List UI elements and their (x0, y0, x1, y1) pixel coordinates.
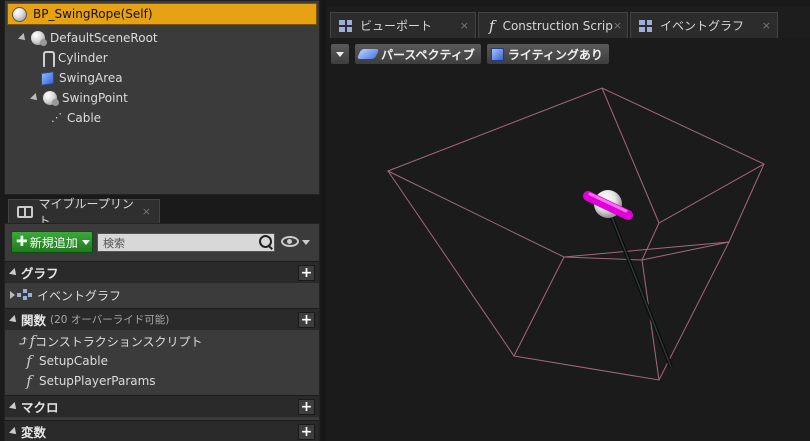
viewport-canvas[interactable]: パースペクティブ ライティングあり (326, 38, 810, 441)
scene-root-icon (31, 31, 47, 46)
search-input[interactable]: 検索 (97, 233, 275, 252)
editor-tab-bar: ビューポート × f Construction Scrip × イベントグラフ … (326, 7, 810, 38)
override-count-label: (20 オーバーライド可能) (50, 314, 170, 326)
close-icon[interactable]: × (142, 205, 151, 218)
collapse-arrow-icon[interactable] (9, 426, 19, 437)
tab-my-blueprint[interactable]: マイブループリント × (8, 197, 160, 228)
viewport-toolbar: パースペクティブ ライティングあり (330, 43, 610, 65)
eye-icon[interactable] (281, 236, 299, 247)
chevron-down-icon[interactable] (302, 240, 310, 245)
plus-icon: ✚ (16, 234, 28, 250)
function-icon: f (489, 16, 495, 35)
expand-arrow-icon[interactable] (30, 93, 40, 103)
tree-item-label: SwingPoint (62, 91, 128, 105)
tree-item-cable[interactable]: ⋰ Cable (51, 108, 101, 128)
tree-item-label: Cylinder (58, 51, 108, 65)
scene-render (386, 87, 765, 381)
components-panel: BP_SwingRope(Self) DefaultSceneRoot Cyli… (4, 0, 320, 195)
add-function-button[interactable]: + (298, 312, 315, 328)
event-graph-icon (17, 289, 33, 301)
editor-area: ビューポート × f Construction Scrip × イベントグラフ … (326, 0, 810, 441)
list-item-event-graph[interactable]: イベントグラフ (5, 285, 319, 305)
scene-component-icon (43, 91, 59, 106)
my-blueprint-panel: ✚ 新規追加 検索 グラフ + イベントグラフ 関数 (20 オーバーライド可能… (4, 223, 320, 441)
tab-construction-script[interactable]: f Construction Scrip × (478, 12, 628, 38)
close-icon[interactable]: × (613, 19, 622, 32)
section-title: グラフ (21, 266, 59, 281)
event-graph-icon (639, 19, 652, 32)
cable-icon: ⋰ (51, 111, 62, 124)
section-title: マクロ (21, 400, 59, 415)
close-icon[interactable]: × (762, 19, 771, 32)
add-variable-button[interactable]: + (298, 424, 315, 440)
tab-viewport[interactable]: ビューポート × (330, 12, 476, 38)
tree-item-default-scene-root[interactable]: DefaultSceneRoot (18, 28, 158, 48)
add-new-label: 新規追加 (29, 235, 78, 250)
viewport-icon (339, 19, 352, 32)
perspective-icon (356, 49, 380, 59)
my-blueprint-toolbar: ✚ 新規追加 検索 (5, 224, 319, 260)
function-icon: f (26, 352, 32, 370)
section-macros[interactable]: マクロ + (5, 395, 319, 417)
lighting-label: ライティングあり (507, 47, 603, 62)
item-label: SetupPlayerParams (39, 374, 156, 388)
toolbar-strip (326, 0, 810, 7)
cylinder-icon (41, 51, 55, 67)
section-title: 関数 (21, 313, 47, 328)
tab-label: イベントグラフ (660, 19, 745, 33)
add-macro-button[interactable]: + (298, 399, 315, 415)
tree-item-label: SwingArea (59, 71, 123, 85)
tab-label: ビューポート (360, 19, 433, 33)
lighting-button[interactable]: ライティングあり (485, 43, 610, 65)
section-functions[interactable]: 関数 (20 オーバーライド可能) + (5, 308, 319, 330)
book-icon (17, 205, 33, 218)
tree-item-swing-area[interactable]: SwingArea (41, 68, 123, 88)
item-label: イベントグラフ (37, 288, 122, 303)
section-title: 変数 (21, 425, 47, 440)
list-item-setup-player-params[interactable]: f SetupPlayerParams (5, 371, 319, 391)
section-variables[interactable]: 変数 + (5, 420, 319, 441)
self-label: BP_SwingRope(Self) (33, 7, 153, 21)
tab-event-graph[interactable]: イベントグラフ × (630, 12, 778, 38)
tree-item-swing-point[interactable]: SwingPoint (30, 88, 128, 108)
add-graph-button[interactable]: + (298, 265, 315, 281)
list-item-construction-script[interactable]: ⤴f コンストラクションスクリプト (5, 331, 319, 351)
construction-function-icon: ⤴f (17, 332, 36, 350)
item-label: SetupCable (39, 354, 108, 368)
expand-arrow-icon[interactable] (18, 33, 28, 43)
search-icon[interactable] (258, 234, 274, 250)
tree-item-cylinder[interactable]: Cylinder (41, 48, 108, 68)
collapse-arrow-icon[interactable] (9, 314, 19, 325)
close-icon[interactable]: × (460, 19, 469, 32)
left-panel: BP_SwingRope(Self) DefaultSceneRoot Cyli… (0, 0, 322, 441)
viewport-options-button[interactable] (330, 43, 350, 65)
expand-arrow-icon[interactable] (10, 291, 15, 299)
box-collision-icon (41, 70, 54, 86)
blueprint-sphere-icon (12, 6, 27, 22)
tab-label: Construction Scrip (502, 18, 613, 33)
chevron-down-icon (81, 239, 90, 245)
section-graphs[interactable]: グラフ + (5, 261, 319, 283)
collapse-arrow-icon[interactable] (9, 401, 19, 412)
function-icon: f (26, 372, 32, 390)
perspective-button[interactable]: パースペクティブ (354, 43, 482, 65)
perspective-label: パースペクティブ (381, 47, 475, 62)
tree-item-label: DefaultSceneRoot (50, 31, 158, 45)
lit-cube-icon (490, 47, 504, 61)
item-label: コンストラクションスクリプト (35, 334, 203, 349)
add-new-button[interactable]: ✚ 新規追加 (11, 231, 93, 253)
tree-item-label: Cable (67, 111, 102, 125)
component-self-row[interactable]: BP_SwingRope(Self) (7, 3, 317, 25)
swing-area-wireframe (386, 87, 765, 381)
list-item-setup-cable[interactable]: f SetupCable (5, 351, 319, 371)
collapse-arrow-icon[interactable] (9, 267, 19, 278)
